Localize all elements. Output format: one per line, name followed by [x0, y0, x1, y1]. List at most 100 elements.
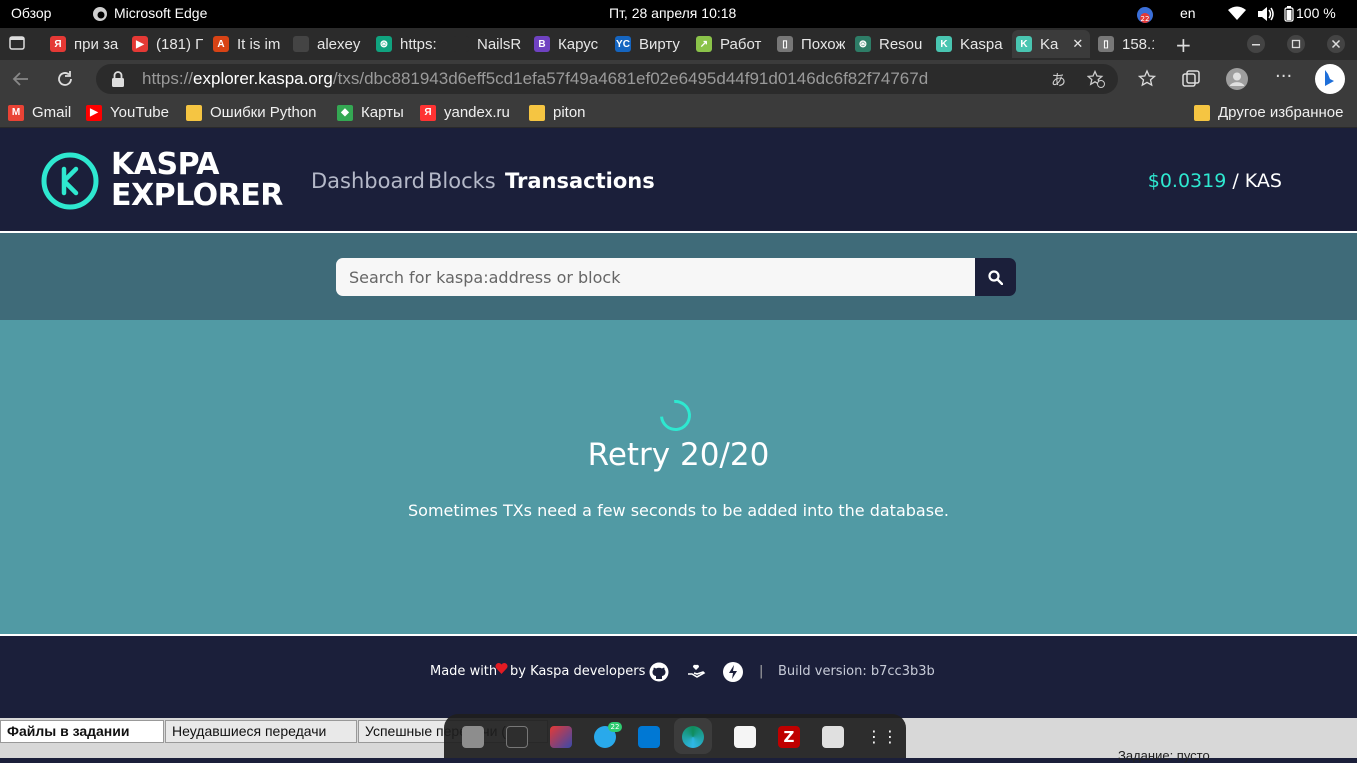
collections-icon[interactable] — [1181, 69, 1201, 93]
lock-icon[interactable] — [110, 70, 126, 92]
site-logo-text[interactable]: KASPA EXPLORER — [111, 149, 283, 211]
browser-tab[interactable]: ⊛ https: — [372, 30, 442, 58]
tab-label: Resou — [879, 35, 923, 53]
telegram-badge: 22 — [608, 722, 622, 732]
edge-dock-icon[interactable] — [682, 726, 704, 748]
back-icon[interactable] — [11, 69, 31, 93]
browser-tab[interactable]: ▶ (181) Г — [128, 30, 203, 58]
tab-label: (181) Г — [156, 35, 203, 53]
bookmark-label: Ошибки Python — [210, 104, 317, 121]
tab-label: при за — [74, 35, 119, 53]
reload-icon[interactable] — [55, 69, 75, 93]
bookmark-item[interactable]: Яyandex.ru — [420, 104, 510, 121]
nav-dashboard[interactable]: Dashboard — [311, 169, 425, 193]
input-language[interactable]: en — [1180, 5, 1196, 21]
url-text[interactable]: https://explorer.kaspa.org/txs/dbc881943… — [142, 69, 928, 89]
browser-tab[interactable]: A It is im — [209, 30, 284, 58]
donate-icon[interactable] — [686, 662, 706, 686]
bookmark-label: Gmail — [32, 104, 72, 121]
bookmark-item[interactable]: M Gmail — [8, 104, 71, 121]
activities-button[interactable]: Обзор — [11, 5, 51, 21]
folder-icon — [186, 104, 202, 121]
bookmark-item[interactable]: Ошибки Python — [186, 104, 316, 121]
browser-tab[interactable]: ▯ Похож — [773, 30, 845, 58]
bookmark-label: Другое избранное — [1218, 104, 1344, 121]
tab-favicon-icon: B — [534, 36, 550, 52]
browser-tab[interactable]: K Ka ✕ — [1012, 30, 1090, 58]
tab-label: alexey — [317, 35, 361, 53]
folder-icon — [1194, 104, 1210, 121]
kaspa-logo-icon[interactable] — [40, 151, 100, 215]
browser-tab[interactable]: alexey — [289, 30, 364, 58]
notification-icon[interactable]: 22 — [1136, 6, 1154, 27]
close-window-icon[interactable] — [1327, 35, 1345, 57]
terminal-icon[interactable] — [506, 726, 528, 748]
lightning-icon[interactable] — [723, 662, 743, 686]
tab-favicon-icon: ▶ — [132, 36, 148, 52]
bookmark-favicon-icon: Я — [420, 104, 436, 121]
volume-icon[interactable] — [1257, 6, 1275, 25]
clock[interactable]: Пт, 28 апреля 10:18 — [609, 5, 736, 21]
minimize-icon[interactable] — [1247, 35, 1265, 57]
tab-actions-icon[interactable] — [9, 35, 25, 55]
translate-icon[interactable]: あ — [1051, 69, 1066, 90]
tab-label: Похож — [801, 35, 845, 53]
tab-label: Карус — [558, 35, 599, 53]
more-menu-icon[interactable]: ··· — [1275, 66, 1292, 87]
vscode-icon[interactable] — [638, 726, 660, 748]
files-icon[interactable] — [462, 726, 484, 748]
bookmark-label: YouTube — [110, 104, 169, 121]
browser-tab[interactable]: K Kaspa — [932, 30, 1004, 58]
browser-tab[interactable]: ↗ Работ — [692, 30, 767, 58]
tab-favicon-icon: A — [213, 36, 229, 52]
tab-queued-files[interactable]: Файлы в задании — [0, 720, 164, 743]
search-button[interactable] — [975, 258, 1016, 296]
favorites-icon[interactable] — [1137, 69, 1158, 93]
nav-blocks[interactable]: Blocks — [428, 169, 496, 193]
add-favorite-icon[interactable] — [1086, 69, 1105, 92]
filezilla-icon[interactable]: Z — [778, 726, 800, 748]
restore-icon[interactable] — [1287, 35, 1305, 57]
battery-icon[interactable] — [1284, 6, 1294, 25]
tab-favicon-icon: ▯ — [1098, 36, 1114, 52]
close-tab-icon[interactable]: ✕ — [1072, 36, 1083, 52]
bing-icon[interactable] — [1314, 63, 1346, 99]
price-value: $0.0319 — [1147, 170, 1227, 192]
profile-avatar[interactable] — [1226, 68, 1248, 94]
bookmark-item[interactable]: ▶ YouTube — [86, 104, 169, 121]
bookmark-label: piton — [553, 104, 586, 121]
tab-failed-transfers[interactable]: Неудавшиеся передачи — [165, 720, 357, 743]
bookmark-favicon-icon: M — [8, 104, 24, 121]
footer-separator: | — [759, 664, 764, 679]
site-header: KASPA EXPLORER Dashboard Blocks Transact… — [0, 130, 1357, 233]
browser-tab[interactable]: ⊛ Resou — [851, 30, 926, 58]
browser-tab[interactable]: Япри за — [46, 30, 121, 58]
search-input[interactable] — [336, 258, 976, 296]
address-bar[interactable]: https://explorer.kaspa.org/txs/dbc881943… — [96, 64, 1118, 94]
bookmark-other-favorites[interactable]: Другое избранное — [1194, 104, 1343, 121]
tab-favicon-icon — [453, 36, 469, 52]
battery-level: 100 % — [1296, 5, 1336, 21]
footer-by-developers: by Kaspa developers — [510, 664, 646, 679]
edge-app-icon — [92, 6, 108, 25]
show-apps-icon[interactable]: ⋮⋮ — [866, 726, 898, 748]
app-launcher-icon[interactable] — [550, 726, 572, 748]
new-tab-icon[interactable]: + — [1175, 33, 1192, 57]
wifi-icon[interactable] — [1228, 6, 1246, 24]
tab-label: Вирту — [639, 35, 680, 53]
github-icon[interactable] — [649, 662, 669, 686]
text-editor-icon[interactable] — [734, 726, 756, 748]
app-menu[interactable]: Microsoft Edge — [114, 5, 207, 21]
browser-tab[interactable]: ▯ 158.16 — [1094, 30, 1154, 58]
bookmark-item[interactable]: piton — [529, 104, 586, 121]
browser-tab[interactable]: NailsR — [449, 30, 524, 58]
browser-tab[interactable]: YC Вирту — [611, 30, 686, 58]
bookmark-item[interactable]: ◆ Карты — [337, 104, 404, 121]
tab-label: Kaspa — [960, 35, 1003, 53]
loading-spinner-icon — [653, 393, 698, 438]
folder-icon — [529, 104, 545, 121]
browser-tab[interactable]: B Карус — [530, 30, 605, 58]
trash-icon[interactable] — [822, 726, 844, 748]
nav-transactions[interactable]: Transactions — [505, 169, 655, 193]
bookmark-favicon-icon: ▶ — [86, 104, 102, 121]
